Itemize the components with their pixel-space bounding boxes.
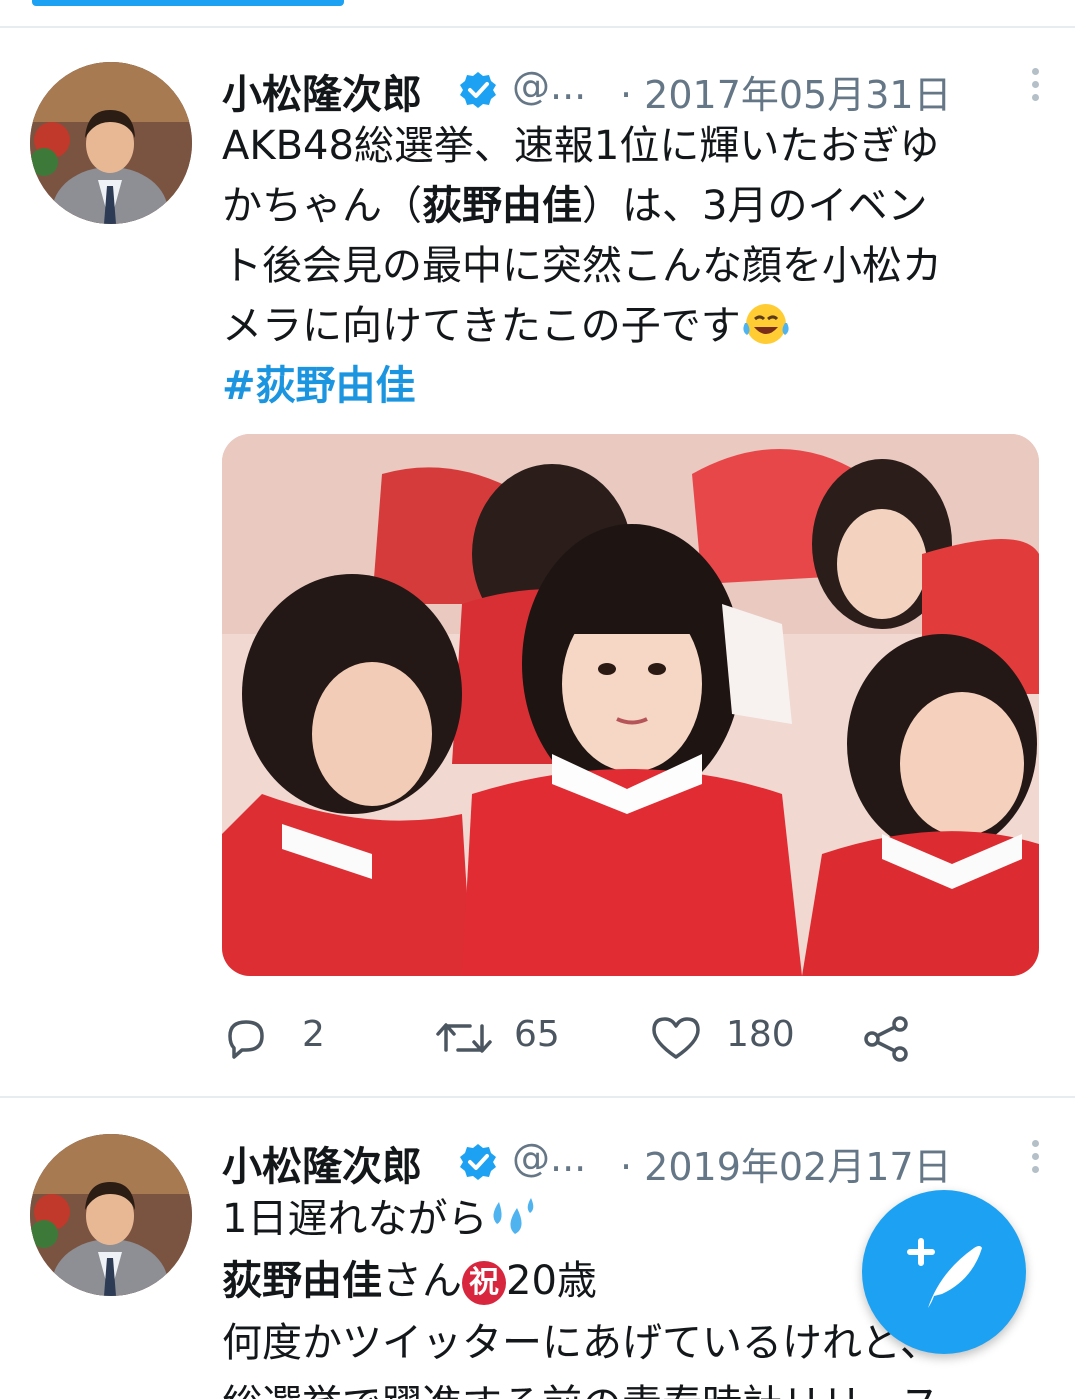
- retweet-count: 65: [514, 1014, 560, 1055]
- author-handle[interactable]: @...: [512, 1136, 586, 1180]
- reply-button[interactable]: 2: [222, 1006, 342, 1066]
- tweet-text-line: AKB48総選挙、速報1位に輝いたおぎゆ: [222, 123, 940, 169]
- tweet[interactable]: 小松隆次郎 @... · 2017年05月31日 AKB48総選挙、速報1位に輝…: [0, 0, 1075, 1096]
- hashtag-link[interactable]: #荻野由佳: [222, 356, 1042, 416]
- tweet-actions: 2 65 180: [222, 1006, 942, 1066]
- like-icon: [652, 1017, 700, 1059]
- retweet-icon: [436, 1023, 492, 1053]
- tweet-text-line: かちゃん（荻野由佳）は、3月のイベン: [222, 176, 1042, 236]
- text-segment: かちゃん（: [222, 183, 422, 229]
- author-handle[interactable]: @...: [512, 64, 586, 108]
- bold-name: 荻野由佳: [422, 183, 582, 229]
- text-segment: ）は、3月のイベン: [582, 183, 928, 229]
- like-count: 180: [726, 1014, 795, 1055]
- avatar[interactable]: [30, 1134, 192, 1296]
- tweet-text-line: メラに向けてきたこの子です: [222, 296, 1042, 356]
- tweet-text-line: ト後会見の最中に突然こんな顔を小松カ: [222, 243, 942, 289]
- tweet-date[interactable]: · 2019年02月17日: [620, 1136, 952, 1191]
- more-vertical-icon[interactable]: [1025, 1134, 1045, 1184]
- author-name[interactable]: 小松隆次郎: [222, 1134, 422, 1192]
- verified-badge-icon: [460, 72, 496, 108]
- reply-count: 2: [302, 1014, 325, 1055]
- text-segment: 20歳: [506, 1258, 597, 1304]
- celebration-badge: 祝: [462, 1261, 506, 1305]
- share-button[interactable]: [862, 1006, 922, 1066]
- tweet-text: AKB48総選挙、速報1位に輝いたおぎゆ かちゃん（荻野由佳）は、3月のイベン …: [222, 116, 1042, 416]
- share-icon: [864, 1016, 908, 1062]
- reply-icon: [228, 1020, 264, 1059]
- tweet-date[interactable]: · 2017年05月31日: [620, 64, 952, 119]
- text-segment: メラに向けてきたこの子です: [222, 303, 741, 349]
- author-name[interactable]: 小松隆次郎: [222, 62, 422, 120]
- bold-name: 荻野由佳: [222, 1258, 382, 1304]
- sweat-droplets-emoji: [493, 1198, 534, 1234]
- avatar[interactable]: [30, 62, 192, 224]
- retweet-button[interactable]: 65: [434, 1006, 584, 1066]
- text-segment: さん: [382, 1258, 462, 1304]
- like-button[interactable]: 180: [650, 1006, 830, 1066]
- compose-tweet-button[interactable]: [862, 1190, 1026, 1354]
- tweet-photo[interactable]: [222, 434, 1039, 976]
- laughing-tears-emoji: [743, 304, 789, 344]
- tweet-text-line: 総選挙で躍進する前の青春時計リリース: [222, 1374, 1042, 1399]
- more-vertical-icon[interactable]: [1025, 62, 1045, 112]
- compose-tweet-icon: [907, 1238, 982, 1308]
- verified-badge-icon: [460, 1144, 496, 1180]
- text-segment: 1日遅れながら: [222, 1196, 488, 1242]
